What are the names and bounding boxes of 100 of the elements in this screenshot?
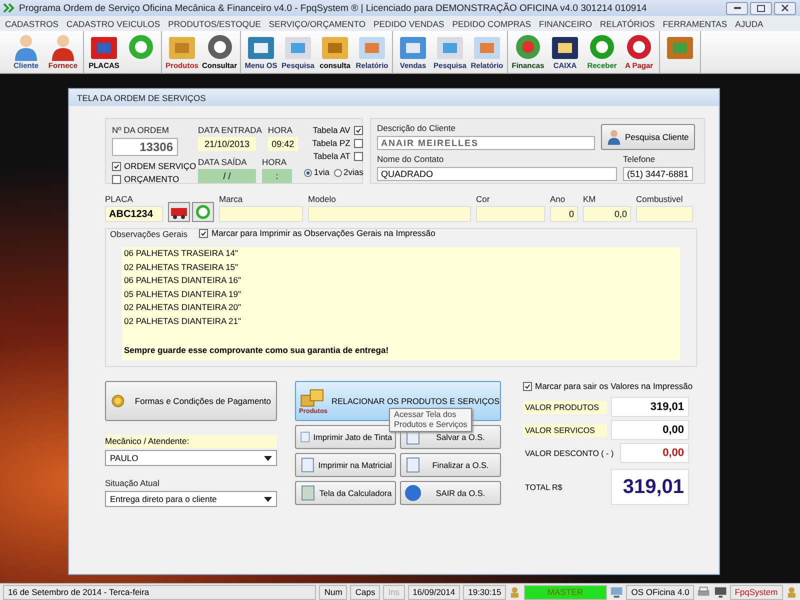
total-label: TOTAL R$	[524, 482, 564, 494]
text-line: 02 PALHETAS DIANTEIRA 20"	[124, 301, 242, 314]
time-field[interactable]: 09:42	[268, 137, 298, 151]
group-legend: Observações Gerais	[106, 229, 188, 240]
action-button[interactable]: SAIR da O.S.	[400, 481, 501, 505]
search-client-button[interactable]: Pesquisa Cliente	[601, 124, 695, 150]
field-label: PLACA	[105, 194, 134, 205]
text-line: Sempre guarde esse comprovante como sua garantia de entrega!	[124, 344, 390, 357]
tick-box-icon	[112, 162, 121, 171]
vehicle-field[interactable]	[308, 206, 471, 222]
value-label: VALOR PRODUTOS	[523, 400, 607, 414]
text-line: 05 PALHETAS DIANTEIRA 19"	[124, 288, 242, 300]
value-field: 319,01	[611, 397, 689, 417]
checkbox[interactable]: Tabela AT	[313, 151, 364, 162]
dialog-title: TELA DA ORDEM DE SERVIÇOS	[69, 89, 719, 106]
text-line: 02 PALHETAS DIANTEIRA 21"	[124, 314, 242, 328]
truck-icon[interactable]	[168, 202, 190, 222]
checkbox[interactable]: Tabela PZ	[312, 138, 364, 149]
menu-item[interactable]: PRODUTOS/ESTOQUE	[168, 18, 261, 28]
vehicle-field[interactable]: 0	[550, 206, 578, 222]
menu-item[interactable]: AJUDA	[735, 18, 764, 28]
caret-icon	[264, 456, 272, 460]
computer-icon	[610, 586, 624, 598]
field-label: Ano	[550, 194, 566, 205]
value-label: VALOR DESCONTO ( - )	[524, 448, 615, 460]
field-label: Situação Atual	[105, 478, 160, 489]
menu-item[interactable]: RELATÓRIOS	[600, 18, 655, 28]
field-label: DATA ENTRADA	[198, 125, 262, 136]
radio-button[interactable]: 2vias	[334, 167, 364, 178]
vehicle-field[interactable]	[636, 206, 693, 222]
menu-item[interactable]: PEDIDO VENDAS	[374, 18, 444, 28]
field-label: Mecânico / Atendente:	[105, 435, 277, 448]
field-label: Telefone	[623, 154, 656, 165]
tick-box-icon	[354, 126, 364, 135]
close-button[interactable]	[774, 2, 796, 14]
observations-textarea[interactable]	[122, 247, 680, 360]
users-icon	[509, 586, 521, 598]
checkbox[interactable]: Marcar para Imprimir as Observações Gerais na Impressão	[199, 228, 436, 239]
date-field[interactable]: / /	[198, 169, 256, 183]
field-label: KM	[583, 194, 597, 205]
checkbox[interactable]: ORÇAMENTO	[112, 174, 192, 185]
value-field: 0,00	[620, 443, 689, 463]
key-indicator: Ins	[383, 584, 405, 600]
text-line: 02 PALHETAS TRASEIRA 15"	[124, 260, 240, 274]
menu-item[interactable]: CADASTROS	[5, 18, 58, 28]
brand-label: FpqSystem	[730, 584, 783, 600]
vehicle-field[interactable]	[476, 206, 545, 222]
field-label: Modelo	[308, 194, 337, 205]
vehicle-field[interactable]	[219, 206, 303, 222]
status-date: 16/09/2014	[408, 584, 460, 600]
value-label: VALOR SERVICOS	[523, 424, 607, 436]
restore-button[interactable]	[750, 2, 772, 14]
vehicle-field[interactable]: ABC1234	[105, 206, 163, 222]
vehicle-field[interactable]: 0,0	[583, 206, 631, 222]
users-icon	[786, 586, 797, 598]
tooltip: Acessar Tela dos Produtos e Serviços	[389, 408, 472, 432]
text-line: 06 PALHETAS DIANTEIRA 16"	[124, 274, 242, 287]
field-label: Marca	[219, 194, 244, 205]
contact-field[interactable]: QUADRADO	[377, 167, 617, 181]
action-button[interactable]: Imprimir na Matricial	[295, 453, 396, 477]
order-number-field: 13306	[112, 138, 178, 156]
menu-item[interactable]: CADASTRO VEICULOS	[66, 18, 160, 28]
field-label: DATA SAÍDA	[198, 157, 248, 168]
status-date: 16 de Setembro de 2014 - Terca-feira	[3, 584, 316, 600]
minimize-button[interactable]	[726, 2, 748, 14]
field-label: Descrição do Cliente	[377, 123, 456, 134]
radio-button[interactable]: 1via	[304, 167, 330, 178]
payment-button[interactable]: Formas e Condições de Pagamento	[105, 381, 277, 421]
field-label: HORA	[268, 125, 294, 136]
total-field: 319,01	[611, 469, 689, 505]
menu-item[interactable]: PEDIDO COMPRAS	[452, 18, 532, 28]
close-icon	[781, 4, 789, 12]
checkbox[interactable]: Tabela AV	[312, 125, 364, 136]
situation-dropdown[interactable]: Entrega direto para o cliente	[105, 491, 277, 507]
value-field: 0,00	[611, 420, 689, 440]
menu-item[interactable]: FINANCEIRO	[539, 18, 592, 28]
user-indicator: MASTER	[524, 584, 608, 600]
field-label: Combustivel	[636, 194, 684, 205]
client-field[interactable]: ANAIR MEIRELLES	[377, 136, 595, 150]
time-field[interactable]: :	[262, 169, 292, 183]
action-button[interactable]: Tela da Calculadora	[295, 481, 396, 505]
action-button[interactable]: Imprimir Jato de Tinta	[295, 425, 396, 449]
window-title: Programa Ordem de Serviço Oficina Mecânica & Financeiro v4.0 - FpqSystem ® | Licenciado para DEMONSTRAÇÃO OFICINA v4.0 301214 010914	[19, 2, 647, 14]
field-label: Cor	[476, 194, 491, 205]
tick-box-icon	[523, 382, 532, 391]
product-name: OS OFicina 4.0	[626, 584, 694, 600]
status-time: 19:30:15	[463, 584, 506, 600]
action-button[interactable]: Finalizar a O.S.	[400, 453, 501, 477]
date-field[interactable]: 21/10/2013	[198, 137, 256, 151]
menu-item[interactable]: SERVIÇO/ORÇAMENTO	[268, 18, 366, 28]
menu-item[interactable]: FERRAMENTAS	[662, 18, 728, 28]
tick-box-icon	[112, 175, 121, 184]
key-indicator: Num	[319, 584, 348, 600]
mechanic-dropdown[interactable]: PAULO	[105, 450, 277, 466]
caret-icon	[264, 496, 272, 502]
field-label: Nome do Contato	[377, 154, 445, 165]
tick-box-icon	[199, 229, 208, 238]
phone-field[interactable]: (51) 3447-6881	[623, 167, 693, 181]
person-icon	[607, 129, 621, 145]
key-indicator: Caps	[350, 584, 380, 600]
